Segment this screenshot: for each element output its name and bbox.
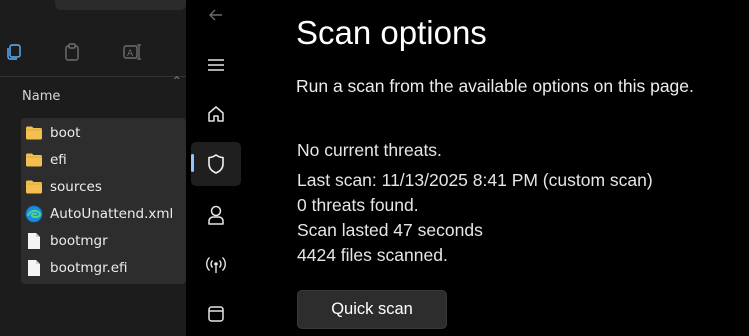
address-bar[interactable] [55,0,186,10]
folder-icon [24,150,44,170]
last-scan-text: Last scan: 11/13/2025 8:41 PM (custom sc… [297,170,653,190]
edge-icon [24,204,44,224]
folder-icon [24,123,44,143]
app-browser-icon[interactable] [191,292,241,336]
file-row[interactable]: sources [24,174,184,200]
file-row[interactable]: bootmgr.efi [24,255,184,281]
file-name: AutoUnattend.xml [50,206,174,222]
account-icon[interactable] [191,193,241,237]
threats-found-text: 0 threats found. [297,195,419,215]
file-row[interactable]: efi [24,147,184,173]
scan-status: No current threats. Last scan: 11/13/202… [297,138,653,268]
page-description: Run a scan from the available options on… [296,76,694,96]
threat-status-text: No current threats. [297,140,442,160]
explorer-toolbar: A [0,28,186,76]
file-name: boot [50,125,81,141]
scan-options-page: Scan options Run a scan from the availab… [246,0,749,336]
file-icon [24,258,44,278]
nav-rail [186,0,246,336]
folder-icon [24,177,44,197]
back-icon[interactable] [191,0,241,37]
rename-icon[interactable]: A [119,38,147,66]
paste-icon[interactable] [58,38,86,66]
file-explorer-pane: A ^ Name boot efi sources AutoUnattend.xml b… [0,0,186,336]
menu-icon[interactable] [191,43,241,87]
scan-duration-text: Scan lasted 47 seconds [297,220,483,240]
file-name: bootmgr.efi [50,260,128,276]
quick-scan-button[interactable]: Quick scan [297,290,447,329]
page-title: Scan options [296,14,487,51]
file-row[interactable]: bootmgr [24,228,184,254]
file-row[interactable]: boot [24,120,184,146]
file-name: efi [50,152,67,168]
file-name: bootmgr [50,233,108,249]
svg-text:A: A [127,49,134,59]
file-icon [24,231,44,251]
column-header-name[interactable]: Name [22,85,182,107]
active-nav-indicator [191,154,194,172]
shield-icon[interactable] [191,142,241,186]
file-name: sources [50,179,102,195]
copy-icon[interactable] [0,38,28,66]
file-row[interactable]: AutoUnattend.xml [24,201,184,227]
home-icon[interactable] [191,92,241,136]
toolbar-divider [0,76,186,77]
network-icon[interactable] [191,243,241,287]
files-scanned-text: 4424 files scanned. [297,245,448,265]
